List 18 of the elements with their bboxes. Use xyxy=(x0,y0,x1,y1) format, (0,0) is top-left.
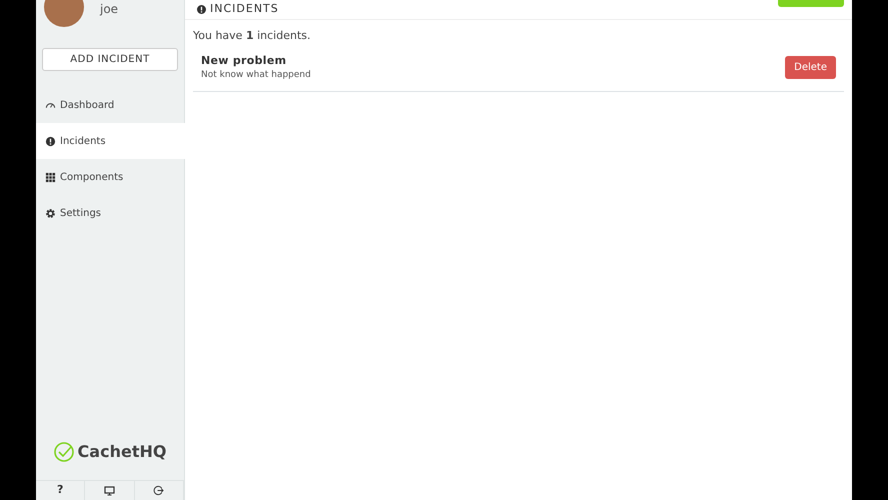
sidebar-item[interactable]: Settings xyxy=(36,195,184,231)
sidebar-item[interactable]: Components xyxy=(36,159,184,195)
sidebar-item[interactable]: Dashboard xyxy=(36,87,184,123)
check-circle-icon xyxy=(54,442,74,462)
incident-name: New problem xyxy=(201,52,288,68)
alert-icon xyxy=(45,136,56,146)
gear-icon xyxy=(45,208,56,218)
user-name: joe xyxy=(100,1,118,18)
add-incident-button[interactable]: ADD INCIDENT xyxy=(42,48,178,71)
help-button[interactable]: ? xyxy=(36,481,86,500)
grid-icon xyxy=(45,172,56,182)
logo-text: CachetHQ xyxy=(78,441,166,463)
incident-count-text: You have 1 incidents. xyxy=(193,28,312,44)
page-title: INCIDENTS xyxy=(210,1,279,18)
incident-message: Not know what happend xyxy=(201,69,312,82)
delete-button[interactable]: Delete xyxy=(785,56,836,79)
sidebar-item[interactable]: Incidents xyxy=(36,123,185,159)
alert-icon xyxy=(197,5,206,14)
